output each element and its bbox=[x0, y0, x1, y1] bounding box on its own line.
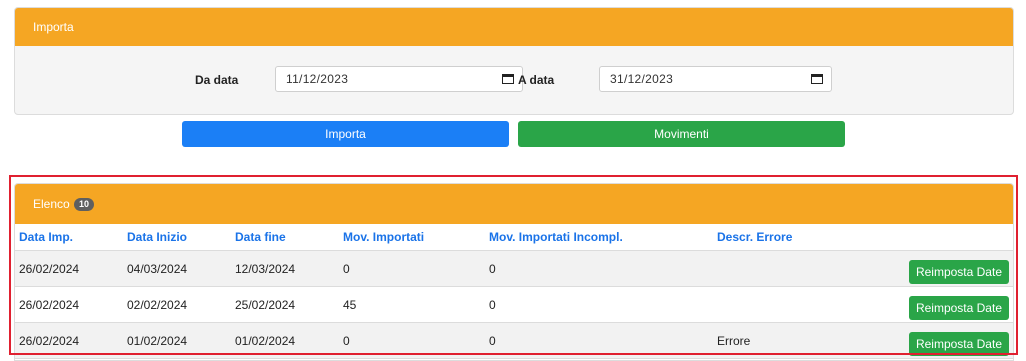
from-date-input[interactable]: 11/12/2023 bbox=[275, 66, 523, 92]
from-date-value: 11/12/2023 bbox=[286, 72, 349, 86]
to-date-label: A data bbox=[518, 73, 555, 87]
calendar-icon[interactable] bbox=[811, 73, 823, 84]
import-panel: Importa Da data 11/12/2023 A data 31/12/… bbox=[14, 7, 1014, 115]
import-button[interactable]: Importa bbox=[182, 121, 509, 147]
to-date-value: 31/12/2023 bbox=[610, 72, 674, 86]
movements-button[interactable]: Movimenti bbox=[518, 121, 845, 147]
highlight-box bbox=[9, 175, 1018, 355]
calendar-icon[interactable] bbox=[502, 73, 514, 84]
from-date-label: Da data bbox=[195, 73, 239, 87]
import-panel-title: Importa bbox=[15, 8, 1013, 46]
to-date-input[interactable]: 31/12/2023 bbox=[599, 66, 832, 92]
